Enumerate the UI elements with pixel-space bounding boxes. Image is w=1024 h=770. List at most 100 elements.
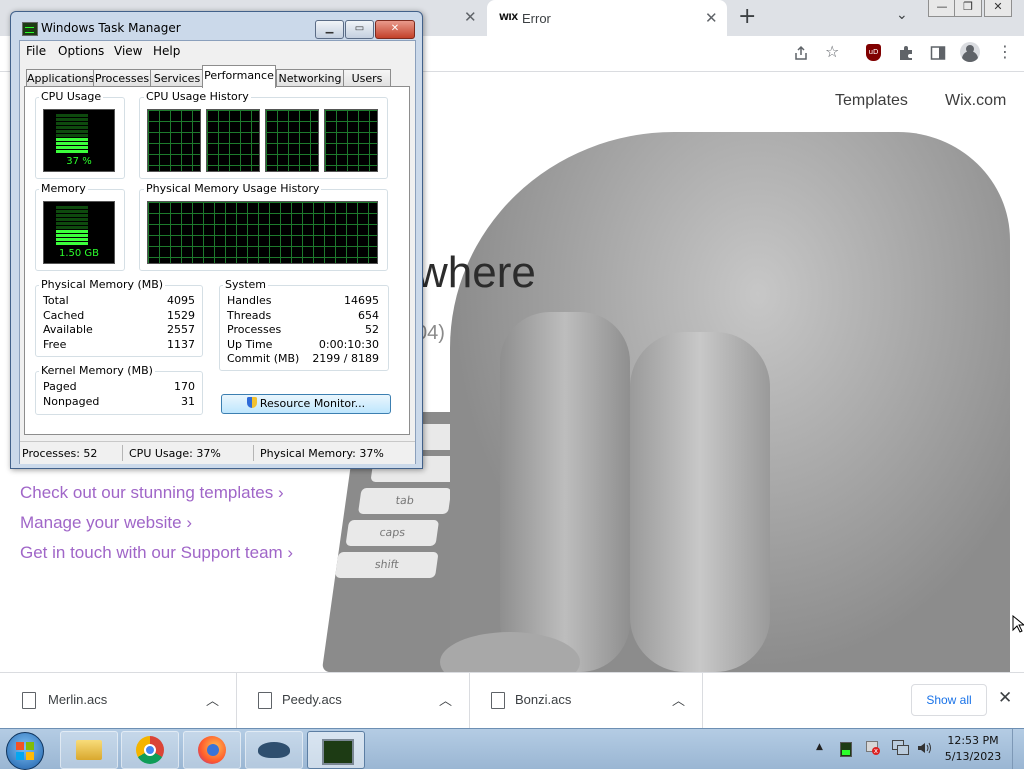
firefox-taskbar-button[interactable]	[183, 731, 241, 769]
tab-services[interactable]: Services	[150, 69, 204, 87]
stat-name: Nonpaged	[43, 395, 100, 408]
file-icon	[491, 692, 505, 709]
network-icon[interactable]	[892, 740, 909, 755]
download-item[interactable]: Peedy.acs ︿	[236, 673, 470, 729]
chevron-up-icon[interactable]: ︿	[206, 690, 219, 709]
stat-row: Processes 52	[227, 323, 379, 336]
nav-wix-link[interactable]: Wix.com	[945, 92, 1006, 110]
mouse-cursor-icon	[1012, 615, 1024, 633]
stat-name: Threads	[227, 309, 272, 322]
tab-users[interactable]: Users	[343, 69, 391, 87]
close-icon[interactable]: ✕	[464, 8, 477, 26]
task-manager-taskbar-button[interactable]	[307, 731, 365, 769]
stat-value: 2199 / 8189	[312, 352, 379, 365]
chevron-up-icon[interactable]: ︿	[672, 690, 685, 709]
nav-templates-link[interactable]: Templates	[835, 92, 908, 110]
meter-bar	[56, 122, 88, 125]
bookmark-star-icon[interactable]: ☆	[825, 42, 839, 61]
templates-link[interactable]: Check out our stunning templates ›	[20, 483, 284, 503]
start-button[interactable]	[6, 732, 44, 770]
stat-name: Handles	[227, 294, 272, 307]
close-tab-icon[interactable]: ✕	[705, 9, 718, 27]
meter-bar	[56, 134, 88, 137]
resource-monitor-label: Resource Monitor...	[259, 397, 366, 410]
status-bar: Processes: 52 CPU Usage: 37% Physical Me…	[20, 441, 415, 464]
firefox-icon	[198, 736, 226, 764]
show-hidden-icons-icon[interactable]: ▲	[816, 742, 823, 752]
show-all-button[interactable]: Show all	[911, 684, 987, 716]
tab-search-chevron-icon[interactable]: ⌄	[896, 7, 908, 23]
download-bar: Merlin.acs ︿ Peedy.acs ︿ Bonzi.acs ︿ Sho…	[0, 672, 1024, 729]
stat-name: Commit (MB)	[227, 352, 300, 365]
close-download-bar-icon[interactable]: ✕	[998, 688, 1012, 708]
support-team-link[interactable]: Get in touch with our Support team ›	[20, 543, 293, 563]
meter-bar	[56, 214, 88, 217]
meter-bar	[56, 226, 88, 229]
stat-row: Free 1137	[43, 338, 195, 351]
task-manager-window[interactable]: Windows Task Manager ▁ ▭ ✕ File Options …	[10, 11, 423, 469]
app-taskbar-button[interactable]	[245, 731, 303, 769]
menu-options[interactable]: Options	[58, 44, 104, 58]
meter-bar	[56, 238, 88, 241]
maximize-button[interactable]: ▭	[345, 20, 374, 39]
menu-file[interactable]: File	[26, 44, 46, 58]
key-shift: shift	[334, 552, 439, 578]
wix-favicon-icon: WIX	[499, 13, 518, 23]
shield-icon	[246, 397, 257, 408]
status-physical-memory: Physical Memory: 37%	[260, 447, 384, 460]
explorer-taskbar-button[interactable]	[60, 731, 118, 769]
tab-performance[interactable]: Performance	[202, 65, 276, 88]
side-panel-icon[interactable]	[930, 45, 946, 61]
cpu-history-label: CPU Usage History	[144, 90, 251, 103]
show-desktop-button[interactable]	[1012, 729, 1024, 769]
resource-monitor-button[interactable]: Resource Monitor...	[221, 394, 391, 414]
share-icon[interactable]	[793, 45, 809, 61]
minimize-button[interactable]: —	[928, 0, 956, 17]
memory-value: 1.50 GB	[58, 248, 100, 259]
stat-row: Cached 1529	[43, 309, 195, 322]
clock-date[interactable]: 5/13/2023	[938, 750, 1008, 763]
stat-value: 170	[174, 380, 195, 393]
task-manager-tray-icon[interactable]	[840, 742, 852, 757]
extensions-puzzle-icon[interactable]	[898, 45, 914, 61]
menu-kebab-icon[interactable]: ⋮	[997, 42, 1013, 61]
stat-name: Total	[43, 294, 69, 307]
chevron-up-icon[interactable]: ︿	[439, 690, 452, 709]
restore-button[interactable]: ❐	[954, 0, 982, 17]
chrome-taskbar-button[interactable]	[121, 731, 179, 769]
download-item[interactable]: Bonzi.acs ︿	[469, 673, 703, 729]
close-button[interactable]: ✕	[375, 20, 415, 39]
ublock-origin-icon[interactable]: uD	[866, 44, 881, 61]
meter-bar	[56, 206, 88, 209]
tab-processes[interactable]: Processes	[93, 69, 151, 87]
action-center-flag-icon[interactable]: x	[866, 741, 880, 755]
download-filename: Peedy.acs	[282, 692, 342, 707]
menu-help[interactable]: Help	[153, 44, 180, 58]
stat-value: 52	[365, 323, 379, 336]
meter-bar	[56, 118, 88, 121]
taskbar: ▲ x 12:53 PM 5/13/2023	[0, 728, 1024, 770]
tab-title: Error	[522, 10, 551, 26]
stat-row: Threads 654	[227, 309, 379, 322]
tab-error[interactable]: WIX Error ✕	[487, 0, 727, 36]
cpu-usage-value: 37 %	[66, 156, 92, 167]
stat-row: Up Time 0:00:10:30	[227, 338, 379, 351]
profile-avatar-icon[interactable]	[960, 42, 980, 62]
menu-view[interactable]: View	[114, 44, 142, 58]
download-item[interactable]: Merlin.acs ︿	[0, 673, 237, 729]
tab-applications[interactable]: Applications	[26, 69, 94, 87]
tab-networking[interactable]: Networking	[276, 69, 344, 87]
minimize-button[interactable]: ▁	[315, 20, 344, 39]
meter-bar	[56, 242, 88, 245]
clock-time[interactable]: 12:53 PM	[938, 734, 1008, 747]
manage-website-link[interactable]: Manage your website ›	[20, 513, 192, 533]
close-window-button[interactable]: ✕	[984, 0, 1012, 17]
stat-name: Free	[43, 338, 67, 351]
meter-bar	[56, 230, 88, 233]
new-tab-button[interactable]: +	[738, 4, 756, 29]
stat-value: 1529	[167, 309, 195, 322]
volume-icon[interactable]	[916, 740, 932, 756]
stat-row: Total 4095	[43, 294, 195, 307]
cpu-core-graph	[324, 109, 378, 172]
key-tab: tab	[357, 488, 452, 514]
